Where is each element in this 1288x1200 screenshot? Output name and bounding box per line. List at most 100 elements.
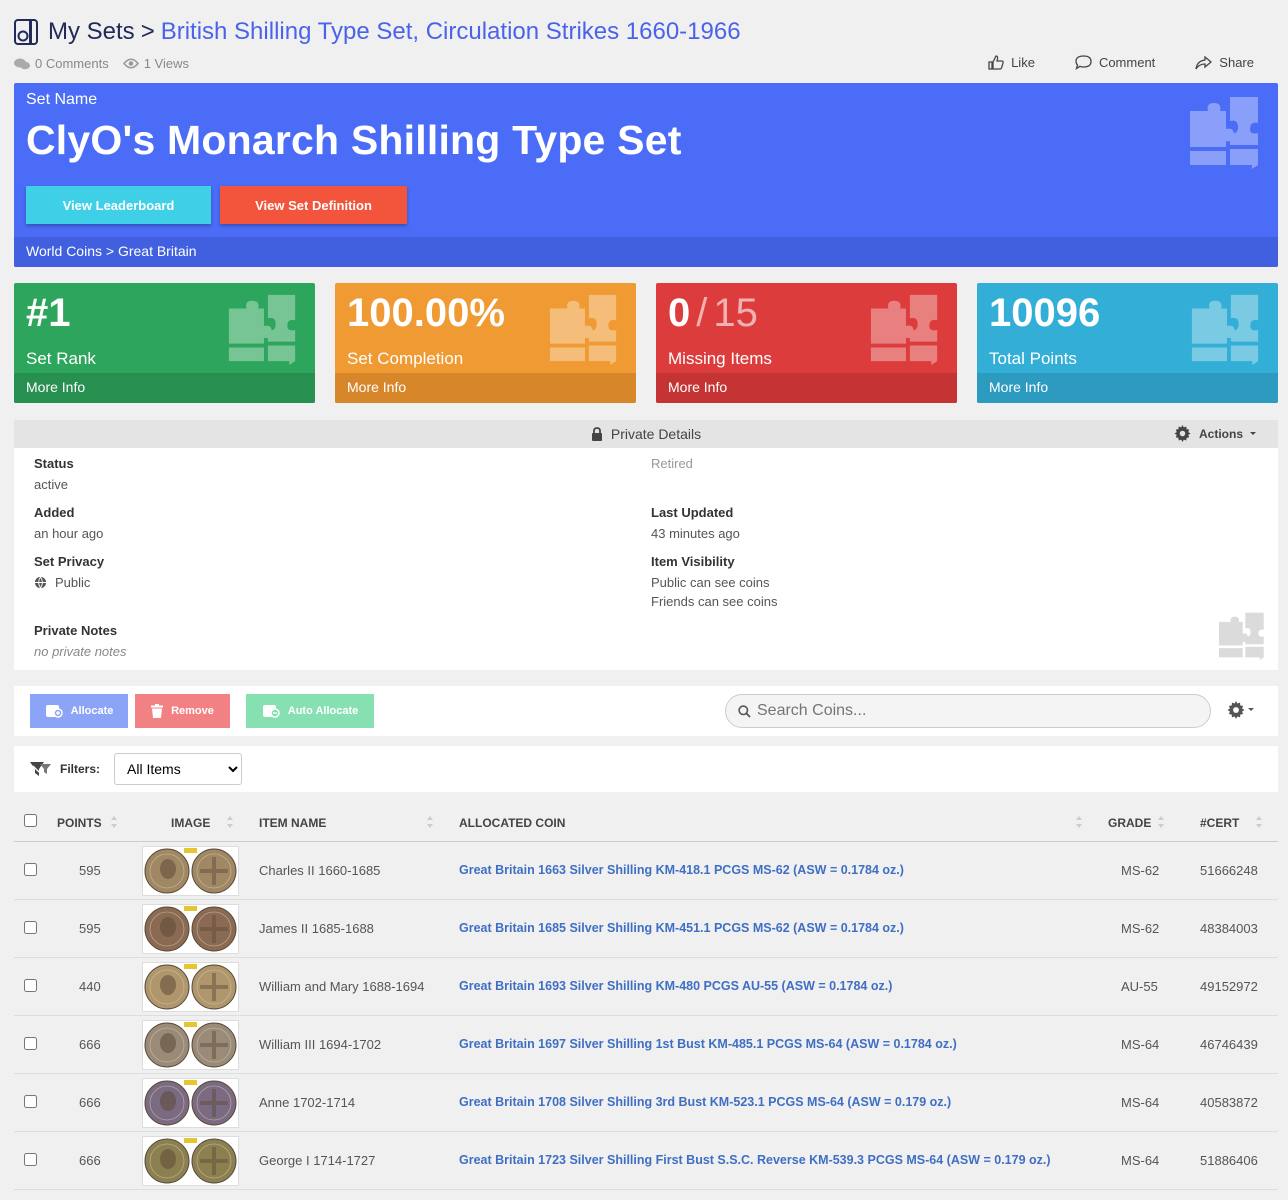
puzzle-icon	[1190, 97, 1258, 169]
total-points-more-info-link[interactable]: More Info	[977, 373, 1278, 403]
remove-label: Remove	[171, 705, 214, 717]
gear-icon	[1174, 425, 1191, 442]
private-notes-field: Private Notes no private notes	[34, 623, 127, 661]
set-hero-panel: Set Name ClyO's Monarch Shilling Type Se…	[14, 83, 1278, 267]
row-cert: 51666248	[1200, 863, 1258, 878]
row-grade: MS-62	[1121, 921, 1160, 936]
coin-image[interactable]	[142, 846, 239, 896]
row-points: 666	[79, 1153, 101, 1168]
breadcrumb-root[interactable]: My Sets	[48, 18, 135, 46]
caret-down-icon	[1250, 431, 1256, 435]
col-allocated-coin[interactable]: ALLOCATED COIN	[459, 816, 565, 830]
row-allocated-coin-link[interactable]: Great Britain 1663 Silver Shilling KM-41…	[459, 863, 904, 877]
stat-missing-items: 0/15 Missing Items More Info	[656, 283, 957, 403]
actions-dropdown[interactable]: Actions	[1174, 425, 1258, 442]
row-checkbox[interactable]	[24, 921, 37, 934]
coin-image[interactable]	[142, 1020, 239, 1070]
puzzle-icon	[870, 294, 938, 365]
table-row[interactable]: 666 George I 1714-1727 Great Britain 172…	[14, 1132, 1278, 1190]
row-checkbox[interactable]	[24, 979, 37, 992]
col-image[interactable]: IMAGE	[171, 816, 210, 830]
stat-set-rank: #1 Set Rank More Info	[14, 283, 315, 403]
coin-image[interactable]	[142, 1136, 239, 1186]
comments-text: 0 Comments	[35, 56, 109, 71]
row-grade: MS-62	[1121, 863, 1160, 878]
breadcrumb: My Sets > British Shilling Type Set, Cir…	[14, 16, 741, 48]
set-privacy-value: Public	[34, 573, 104, 592]
table-row[interactable]: 666 Anne 1702-1714 Great Britain 1708 Si…	[14, 1074, 1278, 1132]
page-title[interactable]: British Shilling Type Set, Circulation S…	[161, 18, 741, 46]
allocate-button[interactable]: Allocate	[30, 694, 128, 728]
row-allocated-coin-link[interactable]: Great Britain 1697 Silver Shilling 1st B…	[459, 1037, 957, 1051]
item-visibility-field: Item Visibility Public can see coins Fri…	[651, 554, 777, 611]
set-privacy-field: Set Privacy Public	[34, 554, 104, 592]
row-item-name: William III 1694-1702	[259, 1037, 382, 1052]
coin-image[interactable]	[142, 1078, 239, 1128]
row-item-name: William and Mary 1688-1694	[259, 979, 425, 994]
set-completion-value: 100.00%	[347, 291, 505, 335]
row-allocated-coin-link[interactable]: Great Britain 1708 Silver Shilling 3rd B…	[459, 1095, 951, 1109]
allocate-label: Allocate	[70, 705, 114, 717]
category-breadcrumb[interactable]: World Coins > Great Britain	[14, 237, 1278, 267]
item-visibility-key: Item Visibility	[651, 554, 735, 569]
missing-items-label: Missing Items	[668, 349, 772, 368]
auto-allocate-label: Auto Allocate	[287, 705, 359, 717]
coin-image[interactable]	[142, 962, 239, 1012]
row-grade: MS-64	[1121, 1095, 1160, 1110]
row-cert: 49152972	[1200, 979, 1258, 994]
set-meta: 0 Comments 1 Views	[14, 56, 203, 71]
col-cert[interactable]: #CERT	[1200, 816, 1239, 830]
private-notes-value: no private notes	[34, 644, 127, 659]
row-allocated-coin-link[interactable]: Great Britain 1693 Silver Shilling KM-48…	[459, 979, 892, 993]
comment-button[interactable]: Comment	[1075, 55, 1155, 70]
set-completion-more-info-link[interactable]: More Info	[335, 373, 636, 403]
table-row[interactable]: 666 William III 1694-1702 Great Britain …	[14, 1016, 1278, 1074]
caret-down-icon	[1248, 707, 1254, 711]
row-checkbox[interactable]	[24, 863, 37, 876]
like-button[interactable]: Like	[988, 55, 1035, 70]
missing-items-more-info-link[interactable]: More Info	[656, 373, 957, 403]
auto-allocate-button[interactable]: Auto Allocate	[246, 694, 374, 728]
row-checkbox[interactable]	[24, 1153, 37, 1166]
select-all-checkbox[interactable]	[24, 814, 37, 827]
row-allocated-coin-link[interactable]: Great Britain 1685 Silver Shilling KM-45…	[459, 921, 904, 935]
row-cert: 48384003	[1200, 921, 1258, 936]
missing-count: 0	[668, 291, 691, 335]
col-item-name[interactable]: ITEM NAME	[259, 816, 326, 830]
gear-icon	[1227, 701, 1245, 719]
added-field: Added an hour ago	[34, 505, 103, 543]
stat-total-points: 10096 Total Points More Info	[977, 283, 1278, 403]
added-key: Added	[34, 505, 75, 520]
col-grade[interactable]: GRADE	[1108, 816, 1151, 830]
added-value: an hour ago	[34, 526, 104, 541]
view-leaderboard-button[interactable]: View Leaderboard	[26, 186, 211, 224]
filter-bar: Filters: All Items	[14, 746, 1278, 792]
table-settings-dropdown[interactable]	[1227, 701, 1255, 719]
puzzle-icon	[228, 294, 296, 365]
comments-icon	[14, 58, 30, 69]
status-key: Status	[34, 456, 74, 471]
table-row[interactable]: 595 James II 1685-1688 Great Britain 168…	[14, 900, 1278, 958]
remove-button[interactable]: Remove	[135, 694, 230, 728]
col-points[interactable]: POINTS	[57, 816, 102, 830]
row-grade: MS-64	[1121, 1153, 1160, 1168]
row-cert: 46746439	[1200, 1037, 1258, 1052]
item-visibility-public: Public can see coins	[651, 575, 770, 590]
sort-icon	[1158, 816, 1164, 828]
globe-icon	[34, 576, 47, 589]
search-input[interactable]	[757, 702, 1177, 720]
set-rank-more-info-link[interactable]: More Info	[14, 373, 315, 403]
table-row[interactable]: 595 Charles II 1660-1685 Great Britain 1…	[14, 842, 1278, 900]
row-allocated-coin-link[interactable]: Great Britain 1723 Silver Shilling First…	[459, 1153, 1051, 1167]
table-row[interactable]: 440 William and Mary 1688-1694 Great Bri…	[14, 958, 1278, 1016]
row-checkbox[interactable]	[24, 1095, 37, 1108]
row-checkbox[interactable]	[24, 1037, 37, 1050]
row-item-name: Anne 1702-1714	[259, 1095, 356, 1110]
retired-field: Retired	[651, 456, 693, 475]
retired-key: Retired	[651, 456, 693, 471]
share-button[interactable]: Share	[1195, 55, 1254, 70]
stat-set-completion: 100.00% Set Completion More Info	[335, 283, 636, 403]
filter-select[interactable]: All Items	[114, 753, 243, 785]
view-set-definition-button[interactable]: View Set Definition	[220, 186, 407, 224]
coin-image[interactable]	[142, 904, 239, 954]
